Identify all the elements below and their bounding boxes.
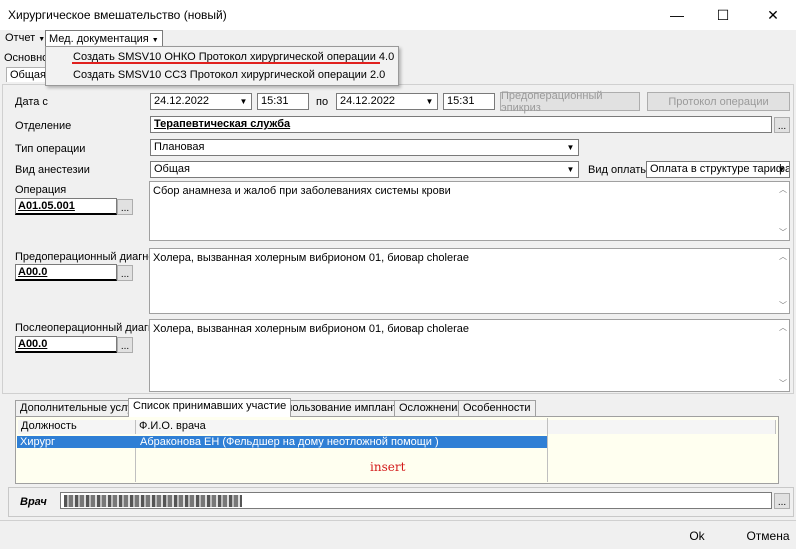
scroll-down-icon[interactable]: ﹀ [779,378,787,389]
ellipsis-label: ... [120,269,130,280]
preop-diag-text: Холера, вызванная холерным вибрионом 01,… [153,252,469,264]
doctor-label: Врач [20,496,47,508]
scroll-down-icon[interactable]: ﹀ [779,227,787,238]
chevron-down-icon[interactable]: ▼ [775,163,788,176]
preop-diag-code-input[interactable]: A00.0 [15,264,117,281]
payment-select[interactable]: Оплата в структуре тарифа ▼ [646,161,790,178]
column-header-empty [548,420,776,434]
operation-textarea[interactable]: Сбор анамнеза и жалоб при заболеваниях с… [149,181,790,241]
redacted-doctor-name [64,495,242,507]
tab-main[interactable]: Основно [4,52,49,64]
date-to-input[interactable]: 24.12.2022 ▼ [336,93,438,110]
ellipsis-label: ... [777,497,787,508]
table-row[interactable]: Хирург Абраконова ЕН (Фельдшер на дому н… [17,436,547,448]
postop-diag-select-button[interactable]: ... [117,337,133,353]
postop-diag-code-input[interactable]: A00.0 [15,336,117,353]
scroll-up-icon[interactable]: ︿ [779,322,787,333]
ellipsis-label: ... [777,121,787,132]
dropdown-item-ssz[interactable]: Создать SMSV10 ССЗ Протокол хирургическо… [73,69,385,81]
minimize-icon: — [670,7,684,23]
menu-report-label: Отчет [5,32,36,44]
chevron-down-icon[interactable]: ▼ [237,95,250,108]
chevron-down-icon[interactable]: ▼ [423,95,436,108]
column-divider [135,448,136,482]
operation-select-button[interactable]: ... [117,199,133,215]
operation-code-input[interactable]: A01.05.001 [15,198,117,215]
payment-value: Оплата в структуре тарифа [650,163,790,175]
date-to-value: 24.12.2022 [340,95,396,107]
date-from-value: 24.12.2022 [154,95,210,107]
preop-epicrisis-button[interactable]: Предоперационный эпикриз [500,90,640,114]
chevron-down-icon[interactable]: ▼ [564,141,577,154]
close-button[interactable]: ✕ [750,0,796,30]
date-to-label: по [316,96,329,108]
department-select-button[interactable]: ... [774,117,790,133]
ok-button[interactable]: Ok [651,525,743,547]
anesthesia-value: Общая [154,163,190,175]
menu-med-docs[interactable]: Мед. документация ▼ [45,30,163,47]
anesthesia-label: Вид анестезии [15,164,90,176]
med-docs-dropdown: Создать SMSV10 ОНКО Протокол хирургическ… [45,46,399,86]
column-header-position[interactable]: Должность [18,420,136,434]
tab-participants[interactable]: Список принимавших участие [128,398,292,417]
date-from-label: Дата с [15,96,48,108]
preop-diag-textarea[interactable]: Холера, вызванная холерным вибрионом 01,… [149,248,790,314]
maximize-icon: ☐ [716,6,730,23]
operation-label: Операция [15,184,67,196]
menu-report[interactable]: Отчет ▼ [2,30,48,46]
menu-med-docs-label: Мед. документация [49,33,149,45]
op-protocol-button[interactable]: Протокол операции [647,92,790,111]
op-type-value: Плановая [154,141,205,153]
window-title: Хирургическое вмешательство (новый) [8,8,227,22]
op-type-select[interactable]: Плановая ▼ [150,139,579,156]
chevron-down-icon[interactable]: ▼ [564,163,577,176]
ellipsis-label: ... [120,203,130,214]
insert-annotation: insert [370,460,406,474]
anesthesia-select[interactable]: Общая ▼ [150,161,579,178]
preop-diag-select-button[interactable]: ... [117,265,133,281]
column-header-doctor[interactable]: Ф.И.О. врача [136,420,548,434]
chevron-down-icon: ▼ [151,37,159,44]
department-input[interactable]: Терапевтическая служба [150,116,772,133]
postop-diag-text: Холера, вызванная холерным вибрионом 01,… [153,323,469,335]
cancel-button[interactable]: Отмена [742,525,794,547]
time-to-input[interactable]: 15:31 [443,93,495,110]
cell-position: Хирург [20,436,55,448]
minimize-button[interactable]: — [654,0,700,30]
scroll-down-icon[interactable]: ﹀ [779,300,787,311]
op-type-label: Тип операции [15,143,86,155]
preop-diag-label: Предоперационный диагноз [15,251,160,263]
ellipsis-label: ... [120,341,130,352]
department-label: Отделение [15,120,72,132]
doctor-select-button[interactable]: ... [774,493,790,509]
time-from-input[interactable]: 15:31 [257,93,309,110]
postop-diag-textarea[interactable]: Холера, вызванная холерным вибрионом 01,… [149,319,790,392]
tab-features[interactable]: Особенности [458,400,536,416]
operation-text: Сбор анамнеза и жалоб при заболеваниях с… [153,185,451,197]
close-icon: ✕ [767,6,779,23]
scroll-up-icon[interactable]: ︿ [779,184,787,195]
postop-diag-label: Послеоперационный диагноз [15,322,166,334]
cell-doctor: Абраконова ЕН (Фельдшер на дому неотложн… [140,436,439,448]
column-divider [547,418,548,482]
maximize-button[interactable]: ☐ [700,0,746,30]
red-underline-annotation [72,62,380,64]
payment-label: Вид оплаты [588,164,649,176]
scroll-up-icon[interactable]: ︿ [779,251,787,262]
date-from-input[interactable]: 24.12.2022 ▼ [150,93,252,110]
doctor-input[interactable] [60,492,772,509]
